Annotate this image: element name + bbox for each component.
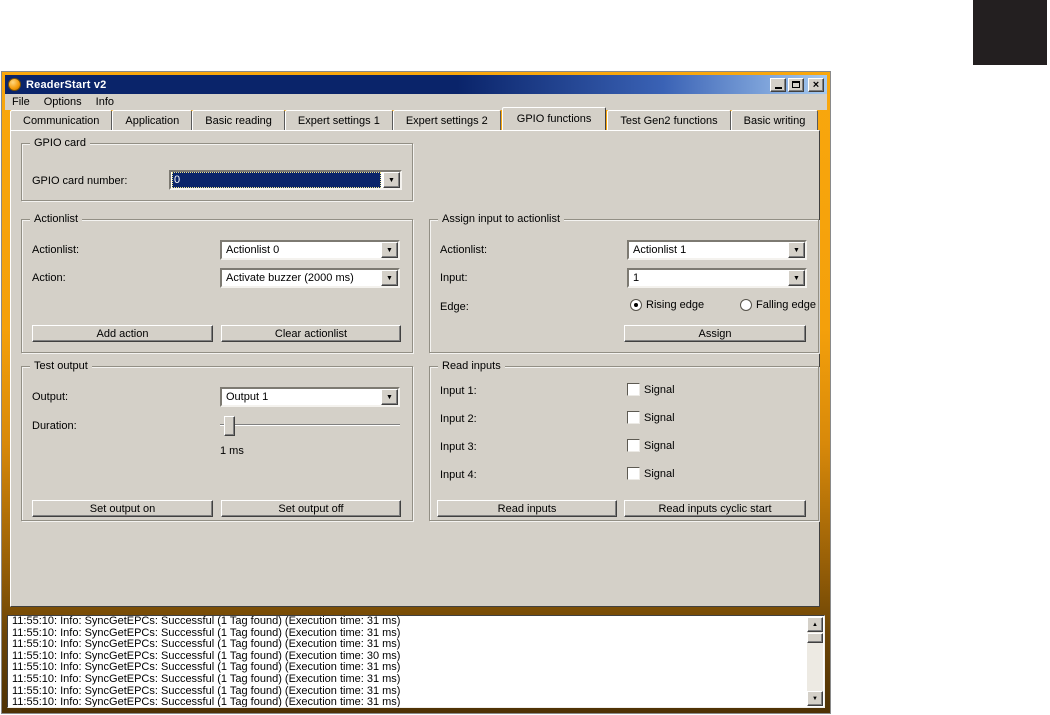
actionlist-value: Actionlist 0 bbox=[226, 244, 280, 256]
close-button[interactable]: × bbox=[808, 77, 824, 92]
duration-slider[interactable] bbox=[220, 416, 400, 436]
radio-icon bbox=[630, 299, 642, 311]
gpio-card-legend: GPIO card bbox=[30, 137, 90, 150]
falling-edge-label: Falling edge bbox=[756, 299, 816, 311]
duration-value: 1 ms bbox=[220, 445, 244, 457]
scroll-down-icon[interactable]: ▼ bbox=[807, 691, 823, 706]
scrollbar-thumb[interactable] bbox=[807, 633, 823, 643]
duration-label: Duration: bbox=[32, 420, 77, 432]
assign-input-legend: Assign input to actionlist bbox=[438, 213, 565, 226]
radio-icon bbox=[740, 299, 752, 311]
maximize-icon bbox=[792, 81, 800, 88]
gpio-card-number-value: 0 bbox=[172, 172, 381, 188]
title-bar[interactable]: ReaderStart v2 × bbox=[5, 75, 827, 94]
edge-label: Edge: bbox=[440, 301, 469, 313]
minimize-icon bbox=[774, 86, 782, 89]
input-4-signal-checkbox[interactable]: Signal bbox=[627, 467, 675, 480]
signal-label: Signal bbox=[644, 383, 675, 396]
tab-communication[interactable]: Communication bbox=[10, 110, 113, 130]
read-inputs-button[interactable]: Read inputs bbox=[437, 500, 617, 517]
checkbox-icon bbox=[627, 439, 640, 452]
chevron-down-icon[interactable]: ▼ bbox=[788, 270, 805, 286]
close-icon: × bbox=[812, 78, 820, 91]
falling-edge-radio[interactable]: Falling edge bbox=[740, 299, 816, 311]
chevron-down-icon[interactable]: ▼ bbox=[381, 270, 398, 286]
chevron-down-icon[interactable]: ▼ bbox=[381, 389, 398, 405]
input-1-label: Input 1: bbox=[440, 385, 477, 397]
chevron-down-icon[interactable]: ▼ bbox=[788, 242, 805, 258]
assign-button[interactable]: Assign bbox=[624, 325, 806, 342]
action-value: Activate buzzer (2000 ms) bbox=[226, 272, 354, 284]
read-inputs-legend: Read inputs bbox=[438, 360, 505, 373]
set-output-on-button[interactable]: Set output on bbox=[32, 500, 213, 517]
action-select[interactable]: Activate buzzer (2000 ms) ▼ bbox=[220, 268, 400, 288]
log-scrollbar[interactable]: ▲ ▼ bbox=[807, 617, 823, 706]
black-overlay bbox=[973, 0, 1047, 65]
tab-basic-writing[interactable]: Basic writing bbox=[730, 110, 819, 130]
log-output[interactable]: 11:55:10: Info: SyncGetEPCs: Successful … bbox=[7, 615, 825, 708]
app-window: ReaderStart v2 × File Options Info Commu… bbox=[1, 71, 831, 714]
tab-gpio-functions[interactable]: GPIO functions bbox=[501, 107, 607, 130]
output-label: Output: bbox=[32, 391, 69, 403]
rising-edge-label: Rising edge bbox=[646, 299, 705, 311]
slider-thumb[interactable] bbox=[224, 416, 235, 436]
clear-actionlist-button[interactable]: Clear actionlist bbox=[221, 325, 401, 342]
checkbox-icon bbox=[627, 411, 640, 424]
signal-label: Signal bbox=[644, 467, 675, 480]
output-select[interactable]: Output 1 ▼ bbox=[220, 387, 400, 407]
read-inputs-cyclic-start-button[interactable]: Read inputs cyclic start bbox=[624, 500, 806, 517]
tab-basic-reading[interactable]: Basic reading bbox=[192, 110, 285, 130]
chevron-down-icon[interactable]: ▼ bbox=[381, 242, 398, 258]
actionlist-select[interactable]: Actionlist 0 ▼ bbox=[220, 240, 400, 260]
input-4-label: Input 4: bbox=[440, 469, 477, 481]
gpio-card-number-label: GPIO card number: bbox=[32, 175, 128, 187]
assign-actionlist-select[interactable]: Actionlist 1 ▼ bbox=[627, 240, 807, 260]
assign-input-label: Input: bbox=[440, 272, 468, 284]
gpio-functions-page: GPIO card GPIO card number: 0 ▼ Actionli… bbox=[10, 130, 820, 607]
checkbox-icon bbox=[627, 383, 640, 396]
signal-label: Signal bbox=[644, 411, 675, 424]
assign-actionlist-value: Actionlist 1 bbox=[633, 244, 687, 256]
window-title: ReaderStart v2 bbox=[26, 78, 107, 91]
output-value: Output 1 bbox=[226, 391, 269, 403]
scroll-up-icon[interactable]: ▲ bbox=[807, 617, 823, 632]
action-label: Action: bbox=[32, 272, 66, 284]
rising-edge-radio[interactable]: Rising edge bbox=[630, 299, 704, 311]
signal-label: Signal bbox=[644, 439, 675, 452]
input-3-label: Input 3: bbox=[440, 441, 477, 453]
checkbox-icon bbox=[627, 467, 640, 480]
minimize-button[interactable] bbox=[770, 77, 786, 92]
tab-application[interactable]: Application bbox=[112, 110, 193, 130]
test-output-legend: Test output bbox=[30, 360, 92, 373]
log-line: 11:55:10: Info: SyncGetEPCs: Successful … bbox=[12, 615, 401, 627]
tab-test-gen2-functions[interactable]: Test Gen2 functions bbox=[607, 110, 731, 130]
maximize-button[interactable] bbox=[788, 77, 804, 92]
chevron-down-icon[interactable]: ▼ bbox=[383, 172, 400, 188]
gpio-card-group: GPIO card GPIO card number: 0 ▼ bbox=[21, 137, 413, 201]
actionlist-label: Actionlist: bbox=[32, 244, 80, 256]
input-2-signal-checkbox[interactable]: Signal bbox=[627, 411, 675, 424]
assign-input-group: Assign input to actionlist Actionlist: A… bbox=[429, 213, 819, 353]
log-line: 11:55:10: Info: SyncGetEPCs: Successful … bbox=[12, 696, 401, 708]
input-1-signal-checkbox[interactable]: Signal bbox=[627, 383, 675, 396]
tab-expert-settings-1[interactable]: Expert settings 1 bbox=[284, 110, 393, 130]
actionlist-group: Actionlist Actionlist: Actionlist 0 ▼ Ac… bbox=[21, 213, 413, 353]
assign-input-value: 1 bbox=[633, 272, 640, 284]
assign-input-select[interactable]: 1 ▼ bbox=[627, 268, 807, 288]
add-action-button[interactable]: Add action bbox=[32, 325, 213, 342]
actionlist-legend: Actionlist bbox=[30, 213, 83, 226]
log-line: 11:55:10: Info: SyncGetEPCs: Successful … bbox=[12, 672, 401, 685]
input-2-label: Input 2: bbox=[440, 413, 477, 425]
app-icon bbox=[8, 78, 21, 91]
tab-expert-settings-2[interactable]: Expert settings 2 bbox=[392, 110, 501, 130]
test-output-group: Test output Output: Output 1 ▼ Duration:… bbox=[21, 360, 413, 521]
input-3-signal-checkbox[interactable]: Signal bbox=[627, 439, 675, 452]
tab-strip: Communication Application Basic reading … bbox=[10, 107, 819, 130]
assign-actionlist-label: Actionlist: bbox=[440, 244, 488, 256]
set-output-off-button[interactable]: Set output off bbox=[221, 500, 401, 517]
read-inputs-group: Read inputs Input 1: Signal Input 2: Sig… bbox=[429, 360, 819, 521]
gpio-card-number-select[interactable]: 0 ▼ bbox=[169, 170, 402, 190]
